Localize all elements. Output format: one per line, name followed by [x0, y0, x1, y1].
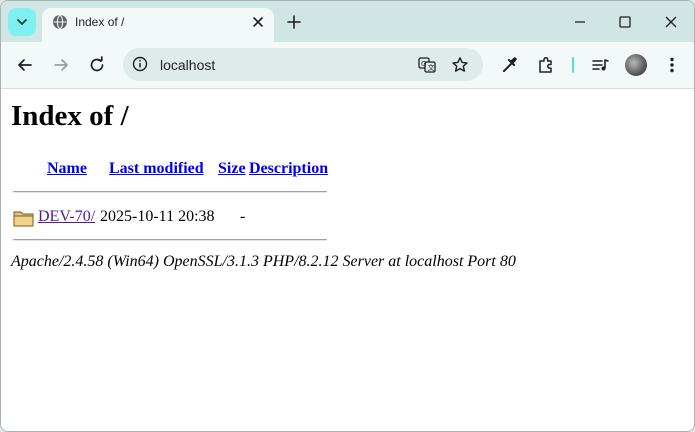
toolbar-divider	[572, 57, 574, 73]
column-header-last-modified[interactable]: Last modified	[109, 160, 204, 178]
tab-active[interactable]: Index of /	[42, 8, 274, 42]
svg-text:G: G	[421, 60, 426, 68]
footer-divider	[13, 239, 327, 241]
window-close-icon[interactable]	[658, 9, 684, 35]
star-icon[interactable]	[450, 55, 470, 75]
profile-avatar[interactable]	[625, 54, 647, 76]
maximize-icon[interactable]	[612, 9, 638, 35]
row-size: -	[240, 208, 246, 225]
browser-window: Index of / localhost G 文 Index of / Name…	[0, 0, 695, 432]
page-content: Index of / Name Last modified Size Descr…	[1, 89, 694, 431]
puzzle-icon[interactable]	[534, 53, 558, 77]
tab-search-button[interactable]	[8, 8, 36, 36]
eyedropper-icon[interactable]	[498, 53, 522, 77]
media-queue-icon[interactable]	[588, 53, 612, 77]
server-signature: Apache/2.4.58 (Win64) OpenSSL/3.1.3 PHP/…	[11, 253, 516, 270]
folder-icon	[13, 208, 35, 228]
row-last-modified: 2025-10-11 20:38	[100, 208, 215, 225]
page-title: Index of /	[11, 100, 129, 132]
translate-icon[interactable]: G文	[417, 55, 437, 75]
tab-title: Index of /	[75, 15, 125, 29]
column-header-size[interactable]: Size	[218, 160, 246, 178]
minimize-icon[interactable]	[567, 9, 593, 35]
chevron-down-icon	[15, 15, 29, 29]
arrow-left-icon[interactable]	[13, 53, 37, 77]
directory-link[interactable]: DEV-70/	[38, 208, 95, 226]
svg-text:文: 文	[428, 63, 435, 72]
column-header-description[interactable]: Description	[249, 160, 328, 178]
reload-icon[interactable]	[85, 53, 109, 77]
globe-icon	[52, 14, 68, 30]
info-icon[interactable]	[132, 56, 148, 72]
url-text[interactable]: localhost	[160, 57, 215, 73]
address-bar[interactable]: localhost G文	[123, 48, 483, 81]
header-divider	[13, 191, 327, 193]
more-vert-icon[interactable]	[660, 53, 684, 77]
close-icon[interactable]	[249, 13, 267, 31]
tab-strip: Index of /	[1, 1, 694, 42]
arrow-right-icon[interactable]	[49, 53, 73, 77]
plus-icon[interactable]	[284, 12, 304, 32]
column-header-name[interactable]: Name	[47, 160, 87, 178]
toolbar: localhost G文	[1, 42, 694, 89]
